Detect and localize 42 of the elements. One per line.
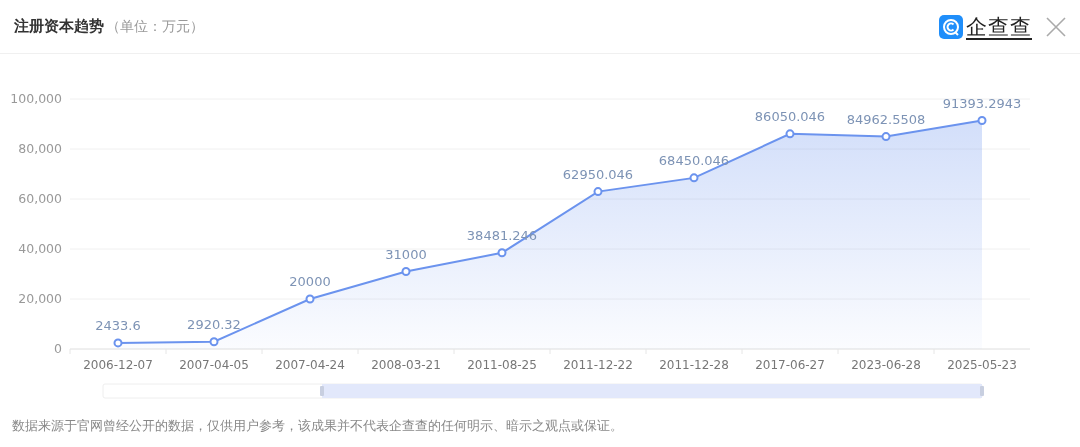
y-axis-label: 20,000	[18, 291, 62, 306]
data-label: 86050.046	[754, 108, 826, 124]
disclaimer-text: 数据来源于官网曾经公开的数据，仅供用户参考，该成果并不代表企查查的任何明示、暗示之观点或保证。	[11, 417, 624, 435]
close-icon[interactable]	[1046, 16, 1066, 37]
data-point	[305, 294, 315, 304]
y-axis-label: 80,000	[18, 141, 62, 156]
unit-label: （单位：万元）	[106, 18, 204, 36]
data-label: 62950.046	[562, 166, 634, 182]
data-label: 2433.6	[95, 317, 141, 333]
y-axis-label: 40,000	[18, 241, 62, 256]
x-axis-label: 2025-05-23	[947, 358, 1017, 372]
x-axis-label: 2023-06-28	[851, 358, 921, 372]
data-point	[209, 337, 219, 347]
x-axis-label: 2011-12-28	[659, 358, 729, 372]
logo-icon	[939, 14, 963, 39]
chart-title: 注册资本趋势	[14, 17, 104, 36]
x-axis-label: 2011-12-22	[563, 358, 633, 372]
logo-text: 企查查	[966, 13, 1032, 41]
data-label: 20000	[289, 274, 331, 289]
data-point	[401, 267, 411, 276]
data-label: 31000	[385, 246, 427, 262]
x-axis-label: 2007-04-24	[275, 358, 345, 372]
x-axis-label: 2011-08-25	[467, 358, 537, 372]
data-point	[977, 116, 987, 125]
x-axis-label: 2017-06-27	[755, 358, 825, 372]
data-label: 84962.5508	[846, 111, 926, 127]
data-label: 2920.32	[187, 316, 241, 332]
data-point	[593, 187, 603, 197]
y-axis-label: 100,000	[10, 91, 62, 106]
data-point	[785, 129, 795, 139]
data-point	[689, 173, 699, 183]
data-point	[497, 248, 507, 258]
data-label: 68450.046	[658, 152, 730, 168]
data-point	[113, 338, 123, 348]
y-axis-label: 0	[54, 341, 62, 356]
y-axis-label: 60,000	[18, 191, 62, 206]
x-axis-label: 2006-12-07	[83, 358, 153, 372]
x-axis-label: 2007-04-05	[179, 358, 249, 372]
range-slider[interactable]	[102, 383, 984, 399]
data-label: 91393.2943	[942, 95, 1022, 111]
data-point	[881, 132, 891, 142]
x-axis-label: 2008-03-21	[371, 358, 441, 372]
